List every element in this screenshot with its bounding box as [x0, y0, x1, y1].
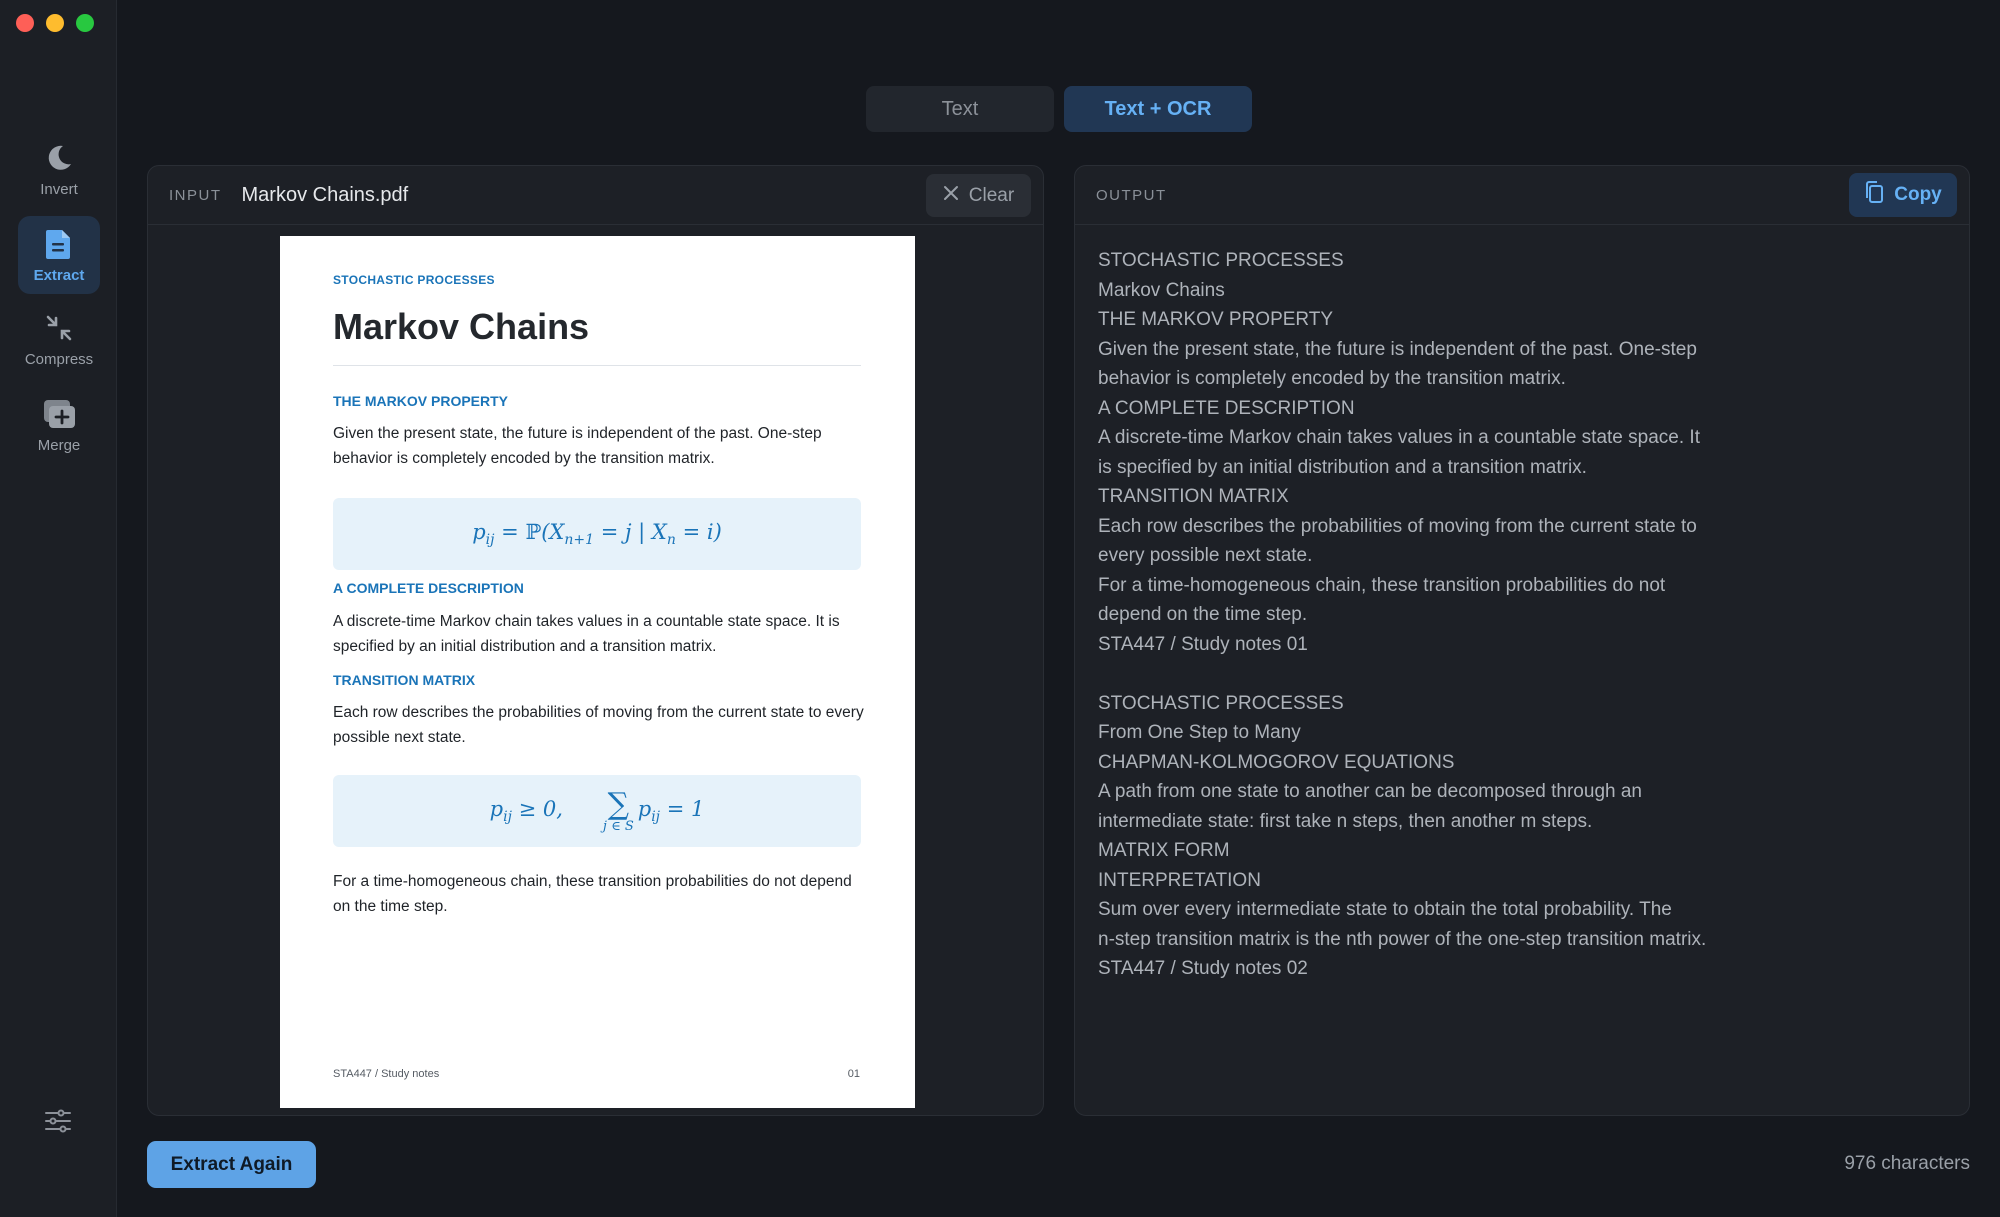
page-separator [1098, 659, 1706, 689]
sidebar-item-label: Extract [33, 266, 85, 284]
extracted-text[interactable]: STOCHASTIC PROCESSES Markov Chains THE M… [1098, 246, 1706, 984]
page-divider [333, 365, 861, 366]
extract-again-button[interactable]: Extract Again [147, 1141, 316, 1188]
tab-text[interactable]: Text [866, 86, 1054, 132]
tab-text-ocr[interactable]: Text + OCR [1064, 86, 1252, 132]
section-text: For a time-homogeneous chain, these tran… [333, 873, 852, 915]
output-label: OUTPUT [1096, 186, 1167, 204]
sidebar-item-extract[interactable]: Extract [18, 216, 100, 294]
output-line: CHAPMAN-KOLMOGOROV EQUATIONS [1098, 751, 1455, 773]
sidebar-item-invert[interactable]: Invert [18, 130, 100, 208]
input-panel: INPUT Markov Chains.pdf Clear STOCHASTIC… [147, 165, 1044, 1116]
section-text: Each row describes the probabilities of … [333, 704, 864, 746]
section-text: Given the present state, the future is i… [333, 425, 822, 467]
clear-button-label: Clear [968, 184, 1015, 206]
section-heading: TRANSITION MATRIX [333, 672, 476, 688]
section-text: A discrete-time Markov chain takes value… [333, 613, 840, 655]
output-line: From One Step to Many [1098, 722, 1301, 743]
output-line: TRANSITION MATRIX [1098, 486, 1289, 507]
copy-button-label: Copy [1894, 184, 1942, 205]
sidebar-item-label: Merge [37, 436, 81, 454]
sidebar-item-label: Compress [24, 350, 94, 368]
section-heading: A COMPLETE DESCRIPTION [333, 580, 524, 596]
settings-button[interactable] [40, 1105, 76, 1141]
output-line: Given the present state, the future is i… [1098, 338, 1697, 360]
mode-toggle: Text Text + OCR [866, 86, 1252, 132]
output-line: is specified by an initial distribution … [1098, 456, 1587, 478]
output-line: STA447 / Study notes 02 [1098, 958, 1308, 979]
merge-stack-icon [42, 397, 76, 431]
close-window-button[interactable] [16, 14, 34, 32]
output-line: behavior is completely encoded by the tr… [1098, 368, 1566, 389]
close-icon [943, 185, 959, 207]
sidebar: Invert Extract Compress Merge [0, 0, 117, 1217]
moon-icon [42, 141, 76, 175]
page-kicker: STOCHASTIC PROCESSES [333, 273, 495, 287]
output-line: A path from one state to another can be … [1098, 781, 1642, 802]
equation-transition-probability: pij = ℙ(Xn+1 = j | Xn = i) [333, 498, 861, 570]
output-line: STOCHASTIC PROCESSES [1098, 250, 1344, 271]
section-heading: THE MARKOV PROPERTY [333, 393, 509, 409]
copy-button[interactable]: Copy [1849, 173, 1957, 217]
sidebar-item-label: Invert [40, 180, 78, 198]
input-panel-header: INPUT Markov Chains.pdf Clear [148, 166, 1043, 225]
sidebar-item-merge[interactable]: Merge [18, 386, 100, 464]
window-controls [16, 14, 94, 32]
minimize-window-button[interactable] [46, 14, 64, 32]
copy-icon [1864, 180, 1884, 210]
output-line: Markov Chains [1098, 279, 1225, 301]
output-line: MATRIX FORM [1098, 840, 1230, 861]
sidebar-item-compress[interactable]: Compress [18, 300, 100, 378]
document-icon [42, 227, 76, 261]
output-line: INTERPRETATION [1098, 869, 1261, 891]
output-line: intermediate state: first take n steps, … [1098, 810, 1593, 832]
equation-row-sum: pij ≥ 0, ∑ j ∈ S pij = 1 [333, 775, 861, 847]
file-name: Markov Chains.pdf [241, 183, 409, 206]
output-line: A COMPLETE DESCRIPTION [1098, 397, 1355, 419]
clear-button[interactable]: Clear [926, 174, 1031, 217]
output-line: Each row describes the probabilities of … [1098, 515, 1697, 537]
zoom-window-button[interactable] [76, 14, 94, 32]
page-footer-course: STA447 / Study notes [333, 1068, 440, 1080]
output-line: Sum over every intermediate state to obt… [1098, 899, 1672, 920]
input-label: INPUT [169, 186, 222, 204]
output-panel: OUTPUT Copy STOCHASTIC PROCESSES Markov … [1074, 165, 1970, 1116]
character-count: 976 characters [1844, 1153, 1970, 1174]
output-line: STA447 / Study notes 01 [1098, 633, 1308, 655]
output-line: For a time-homogeneous chain, these tran… [1098, 574, 1666, 596]
output-line: every possible next state. [1098, 545, 1313, 566]
output-panel-header: OUTPUT Copy [1075, 166, 1969, 225]
output-line: depend on the time step. [1098, 604, 1308, 625]
output-line: STOCHASTIC PROCESSES [1098, 692, 1344, 714]
page-number: 01 [847, 1068, 860, 1080]
pdf-page-preview[interactable]: STOCHASTIC PROCESSES Markov Chains THE M… [280, 236, 915, 1108]
sliders-icon [44, 1109, 72, 1138]
output-line: A discrete-time Markov chain takes value… [1098, 427, 1700, 448]
output-line: THE MARKOV PROPERTY [1098, 309, 1334, 330]
compress-arrows-icon [42, 311, 76, 345]
output-line: n-step transition matrix is the nth powe… [1098, 928, 1707, 950]
page-title: Markov Chains [333, 306, 590, 347]
